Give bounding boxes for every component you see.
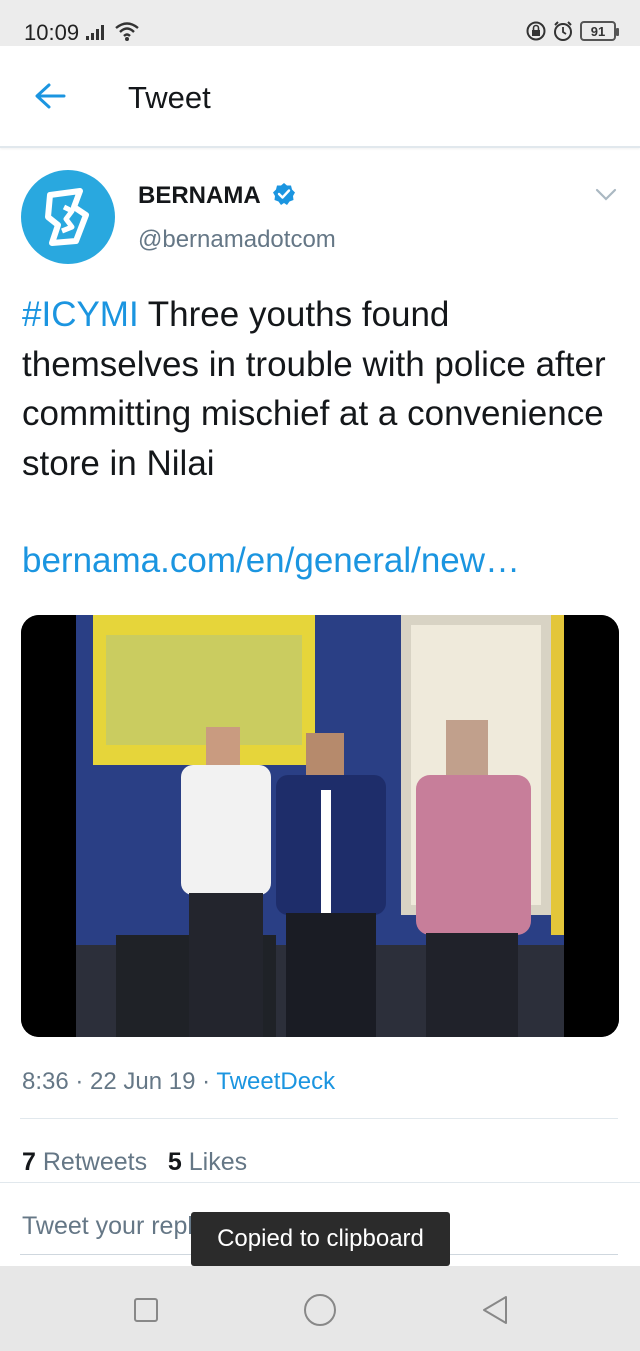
retweets-label[interactable]: Retweets	[43, 1148, 147, 1176]
system-nav-bar	[0, 1266, 640, 1351]
wifi-icon	[115, 22, 139, 41]
signal-icon	[86, 25, 104, 40]
divider	[0, 1182, 640, 1183]
tweet-meta: 8:36 · 22 Jun 19 · TweetDeck	[22, 1068, 335, 1096]
retweets-count[interactable]: 7	[22, 1148, 36, 1176]
status-bar: 10:09 91	[0, 0, 640, 46]
battery-indicator: 91	[580, 21, 619, 41]
reply-input[interactable]: Tweet your reply	[22, 1212, 205, 1241]
hashtag-link[interactable]: #ICYMI	[22, 295, 139, 334]
back-button[interactable]	[30, 74, 70, 118]
meta-separator: ·	[68, 1068, 91, 1095]
display-name[interactable]: BERNAMA	[138, 182, 261, 210]
verified-badge-icon	[273, 183, 295, 205]
status-time: 10:09	[24, 20, 80, 45]
chevron-down-icon[interactable]	[594, 184, 618, 204]
user-handle[interactable]: @bernamadotcom	[138, 226, 336, 254]
tweet-time: 8:36	[22, 1068, 69, 1095]
square-icon[interactable]	[128, 1292, 164, 1328]
tweet-url-link[interactable]: bernama.com/en/general/new…	[22, 541, 520, 581]
tweet-stats: 7 Retweets 5 Likes	[22, 1148, 247, 1177]
likes-label[interactable]: Likes	[189, 1148, 247, 1176]
bernama-logo-icon	[45, 188, 89, 246]
alarm-icon	[554, 21, 572, 41]
page-title: Tweet	[128, 80, 211, 115]
triangle-back-icon[interactable]	[476, 1292, 512, 1328]
meta-separator: ·	[195, 1068, 217, 1095]
likes-count[interactable]: 5	[168, 1148, 182, 1176]
tweet-photo-illustration	[21, 615, 619, 1037]
circle-icon[interactable]	[302, 1292, 338, 1328]
tweet-source-link[interactable]: TweetDeck	[216, 1068, 335, 1095]
divider	[20, 1118, 618, 1119]
tweet-date: 22 Jun 19	[90, 1068, 196, 1095]
arrow-left-icon	[35, 83, 66, 109]
tweet-image[interactable]	[21, 615, 619, 1037]
lock-rotation-icon	[526, 21, 546, 41]
tweet-text: #ICYMI Three youths found themselves in …	[22, 290, 622, 488]
app-header: Tweet	[0, 46, 640, 148]
avatar[interactable]	[21, 170, 115, 264]
toast-message: Copied to clipboard	[191, 1212, 450, 1266]
status-right-group: 91	[526, 20, 619, 42]
